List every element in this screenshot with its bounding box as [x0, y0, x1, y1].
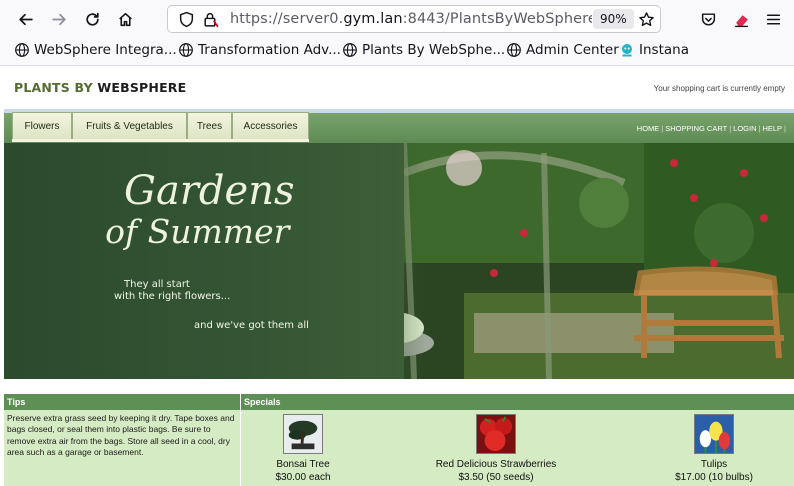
tips-panel: Tips Preserve extra grass seed by keepin… [4, 394, 240, 486]
forward-arrow-icon [51, 13, 66, 25]
hero-title-line2: of Summer [105, 212, 290, 251]
globe-icon [15, 43, 29, 57]
pocket-icon [701, 12, 715, 26]
product-price: $30.00 each [275, 472, 331, 483]
globe-icon [179, 43, 193, 57]
url-text[interactable]: https://server0.gym.lan:8443/PlantsByWeb… [230, 11, 592, 27]
browser-toolbar: https://server0.gym.lan:8443/PlantsByWeb… [0, 0, 794, 38]
hero-banner[interactable]: Gardens of Summer They all start with th… [4, 143, 794, 379]
product-name[interactable]: Bonsai Tree [253, 458, 353, 471]
bookmark-label: WebSphere Integra... [34, 42, 177, 58]
lock-warning-icon[interactable] [202, 11, 219, 28]
tips-heading: Tips [4, 394, 240, 410]
tab-fruits-vegetables[interactable]: Fruits & Vegetables [72, 112, 187, 139]
garden-photo [344, 143, 794, 379]
tab-trees[interactable]: Trees [187, 112, 232, 139]
bookmark-star-icon[interactable] [638, 11, 655, 28]
product-name[interactable]: Tulips [659, 458, 769, 471]
bookmark-label: Admin Center [526, 42, 619, 58]
url-bar[interactable]: https://server0.gym.lan:8443/PlantsByWeb… [167, 5, 661, 33]
browser-window: https://server0.gym.lan:8443/PlantsByWeb… [0, 0, 794, 486]
globe-icon [507, 43, 521, 57]
bookmarks-bar: WebSphere Integra... Transformation Adv.… [0, 38, 794, 66]
globe-icon [343, 43, 357, 57]
main-navbar: Flowers Fruits & Vegetables Trees Access… [4, 112, 794, 143]
reload-button[interactable] [79, 6, 105, 32]
shield-icon[interactable] [178, 11, 195, 28]
bonsai-tree-thumbnail[interactable] [283, 414, 323, 454]
zoom-level-badge[interactable]: 90% [593, 9, 634, 29]
reload-icon [85, 12, 99, 26]
nav-link-home[interactable]: HOME [637, 124, 660, 133]
hero-subtitle-line3: and we've got them all [194, 320, 309, 331]
eraser-extension-icon [734, 14, 748, 27]
back-arrow-icon [18, 13, 33, 25]
tips-text: Preserve extra grass seed by keeping it … [7, 413, 235, 457]
hero-subtitle: They all start with the right flowers... [114, 279, 230, 303]
bookmark-instana[interactable]: Instana [619, 42, 689, 58]
hamburger-menu-icon [766, 13, 780, 25]
strawberries-thumbnail[interactable] [476, 414, 516, 454]
bookmark-transformation-advisor[interactable]: Transformation Adv... [178, 42, 341, 58]
instana-icon [622, 44, 632, 57]
specials-heading: Specials [241, 394, 794, 410]
hero-subtitle-line2: with the right flowers... [114, 291, 231, 302]
nav-link-login[interactable]: LOGIN [733, 124, 756, 133]
menu-button[interactable] [760, 6, 786, 32]
hero-subtitle-line1: They all start [124, 279, 190, 290]
forward-button[interactable] [46, 6, 72, 32]
nav-link-help[interactable]: HELP [762, 124, 782, 133]
product-name[interactable]: Red Delicious Strawberries [421, 458, 571, 471]
logo-text-plants-by: PLANTS BY [14, 80, 98, 95]
product-price: $17.00 (10 bulbs) [675, 472, 753, 483]
home-button[interactable] [112, 6, 138, 32]
tab-flowers[interactable]: Flowers [12, 112, 72, 139]
bookmark-label: Transformation Adv... [198, 42, 341, 58]
bookmark-label: Plants By WebSphe... [362, 42, 506, 58]
bookmark-label: Instana [639, 42, 689, 58]
tulips-thumbnail[interactable] [694, 414, 734, 454]
bookmark-admin-center[interactable]: Admin Center [506, 42, 619, 58]
hero-title: Gardens of Summer [100, 168, 295, 251]
product-red-delicious-strawberries[interactable]: Red Delicious Strawberries $3.50 (50 see… [421, 414, 571, 484]
tab-underline [12, 139, 309, 142]
extension-button[interactable] [728, 6, 754, 32]
product-price: $3.50 (50 seeds) [458, 472, 534, 483]
product-tulips[interactable]: Tulips $17.00 (10 bulbs) [659, 414, 769, 484]
specials-panel: Specials Bonsai Tree $30.00 each Red Del… [241, 394, 794, 486]
product-bonsai-tree[interactable]: Bonsai Tree $30.00 each [253, 414, 353, 484]
tab-accessories[interactable]: Accessories [232, 112, 309, 139]
pocket-button[interactable] [695, 6, 721, 32]
cart-status-text: Your shopping cart is currently empty [653, 84, 785, 93]
home-icon [118, 12, 132, 26]
site-logo[interactable]: PLANTS BY WEBSPHERE [14, 80, 186, 95]
logo-text-websphere: WEBSPHERE [97, 80, 187, 95]
bookmark-plants-by-websphere[interactable]: Plants By WebSphe... [342, 42, 505, 58]
bookmark-websphere-integration[interactable]: WebSphere Integra... [14, 42, 177, 58]
web-page: PLANTS BY WEBSPHERE Your shopping cart i… [0, 67, 794, 486]
top-nav-links: HOME | SHOPPING CART | LOGIN | HELP | [636, 124, 786, 133]
back-button[interactable] [12, 6, 38, 32]
nav-link-shopping-cart[interactable]: SHOPPING CART [665, 124, 727, 133]
hero-title-line1: Gardens [124, 168, 295, 214]
